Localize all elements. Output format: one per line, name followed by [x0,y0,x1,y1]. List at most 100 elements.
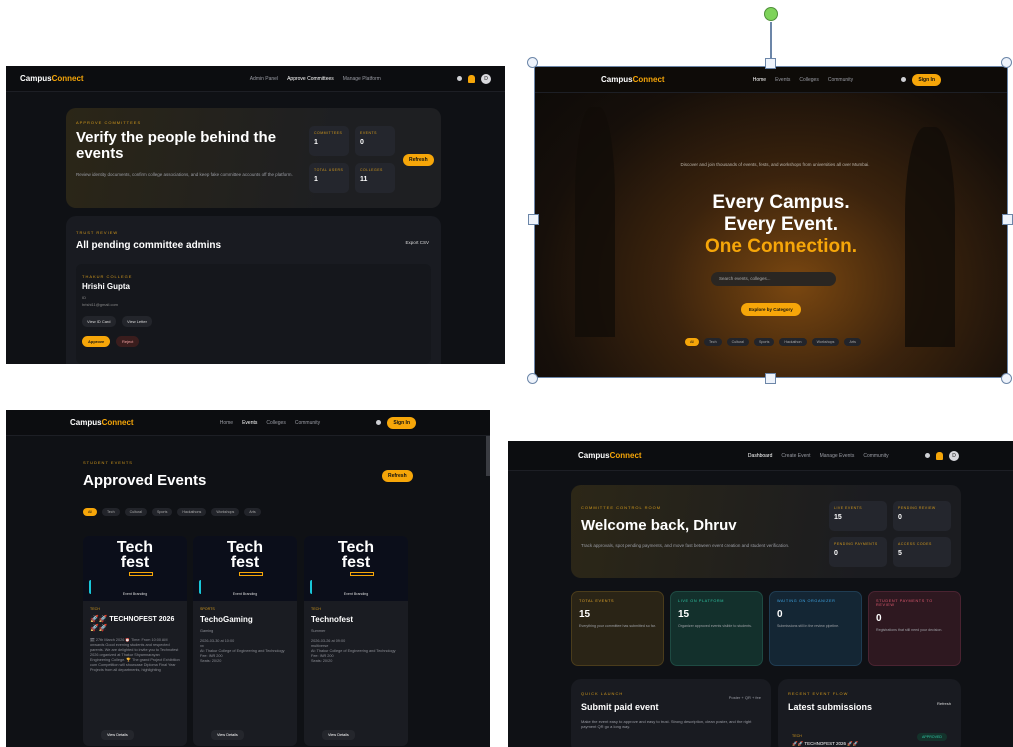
nav-create-event[interactable]: Create Event [781,453,810,459]
hero-heading-line1: Every Campus. [712,192,850,213]
recent-item-title: 🚀🚀 TECHNOFEST 2026 🚀🚀 [792,741,859,746]
chip-arts[interactable]: Arts [244,508,261,516]
pending-admin-item: THAKUR COLLEGE Hrishi Gupta ID hrishi11@… [76,264,431,364]
nav-colleges[interactable]: Colleges [266,420,285,426]
hero-description: Review identity documents, confirm colle… [76,172,293,177]
welcome-card: COMMITTEE CONTROL ROOM Welcome back, Dhr… [571,485,961,578]
chip-cultural[interactable]: Cultural [124,508,147,516]
nav-colleges[interactable]: Colleges [799,77,818,83]
nav-events[interactable]: Events [242,420,257,426]
recent-item-tag: TECH [792,734,802,738]
metric-student-payments: STUDENT PAYMENTS TO REVIEW 0 Registrations… [868,591,961,666]
sign-in-button[interactable]: Sign In [387,416,416,429]
nav-manage-events[interactable]: Manage Events [820,453,855,459]
theme-toggle-icon[interactable] [457,76,462,81]
dashboard-navbar: CampusConnect Dashboard Create Event Man… [508,441,1013,471]
hero-search-input[interactable]: Search events, colleges... [711,272,836,286]
resize-handle-top-left[interactable] [527,57,538,68]
event-category: SPORTS [200,607,215,611]
admin-name: Hrishi Gupta [82,282,131,291]
nav-approve-committees[interactable]: Approve Committees [287,76,334,82]
nav-home[interactable]: Home [753,77,766,83]
resize-handle-top[interactable] [765,58,776,69]
nav-home[interactable]: Home [220,420,233,426]
chip-hackathons[interactable]: Hackathons [177,508,207,516]
chip-all[interactable]: All [83,508,97,516]
nav-events[interactable]: Events [775,77,790,83]
nav-manage-platform[interactable]: Manage Platform [343,76,381,82]
nav-community[interactable]: Community [863,453,888,459]
event-description: 🗓 27th March 2026 ⏰ Time: From 10:00 AM … [90,638,180,672]
nav-community[interactable]: Community [295,420,320,426]
scrollbar[interactable] [486,436,490,476]
stat-events: EVENTS 0 [355,126,395,156]
theme-toggle-icon[interactable] [376,420,382,425]
nav-admin-panel[interactable]: Admin Panel [250,76,278,82]
chip-hackathon[interactable]: Hackathon [779,338,807,346]
avatar[interactable]: D [481,73,491,84]
export-csv-button[interactable]: Export CSV [405,240,429,245]
event-card[interactable]: Tech fest Event Branding SPORTS TechoGami… [193,536,297,746]
admin-id-label: ID [82,295,86,300]
stat-pending-review: PENDING REVIEW 0 [893,501,951,531]
landing-page-screenshot[interactable]: CampusConnect Home Events Colleges Commu… [534,66,1008,378]
chip-arts[interactable]: Arts [844,338,861,346]
event-details: Gaming 2026-03-30 at 10:00 xx At: Thakur… [200,629,285,663]
chip-tech[interactable]: Tech [704,338,722,346]
refresh-button[interactable]: Refresh [382,470,413,482]
recent-title: Latest submissions [788,702,873,712]
view-letter-button[interactable]: View Letter [122,316,152,327]
review-eyebrow: TRUST REVIEW [76,230,119,235]
view-details-button[interactable]: View Details [211,730,244,740]
resize-handle-bottom[interactable] [765,373,776,384]
avatar[interactable]: D [949,450,959,461]
quick-launch-card: QUICK LAUNCH Poster + QR + fee Submit pa… [571,679,771,747]
event-card[interactable]: Tech fest Event Branding TECH Technofest … [304,536,408,746]
notification-bell-icon[interactable] [468,74,475,83]
brand-logo[interactable]: CampusConnect [20,418,134,427]
chip-workshops[interactable]: Workshops [211,508,240,516]
stat-colleges: COLLEGES 11 [355,163,395,193]
nav-community[interactable]: Community [828,77,853,83]
brand-logo[interactable]: CampusConnect [20,74,84,83]
chip-all[interactable]: All [685,338,699,346]
hero-heading-line3: One Connection. [705,236,857,257]
chip-cultural[interactable]: Cultural [726,338,749,346]
explore-category-button[interactable]: Explore by Category [741,303,801,316]
notification-bell-icon[interactable] [936,451,943,460]
stat-total-users: TOTAL USERS 1 [309,163,349,193]
brand-logo[interactable]: CampusConnect [522,451,642,460]
resize-handle-bottom-left[interactable] [527,373,538,384]
welcome-title: Welcome back, Dhruv [581,517,737,534]
theme-toggle-icon[interactable] [925,453,930,458]
event-card[interactable]: Tech fest Event Branding TECH 🚀🚀 TECHNOFE… [83,536,187,746]
resize-handle-bottom-right[interactable] [1001,373,1012,384]
rotate-handle[interactable] [764,7,778,21]
approve-button[interactable]: Approve [82,336,111,347]
view-details-button[interactable]: View Details [322,730,355,740]
resize-handle-left[interactable] [528,214,539,225]
view-id-card-button[interactable]: View ID Card [82,316,116,327]
view-details-button[interactable]: View Details [101,730,134,740]
event-category: TECH [90,607,100,611]
stat-committees: COMMITTEES 1 [309,126,349,156]
sign-in-button[interactable]: Sign In [912,73,941,86]
hero-eyebrow: APPROVE COMMITTEES [76,120,142,125]
chip-sports[interactable]: Sports [151,508,173,516]
nav-dashboard[interactable]: Dashboard [748,453,772,459]
events-navbar: CampusConnect Home Events Colleges Commu… [6,410,490,436]
resize-handle-top-right[interactable] [1001,57,1012,68]
brand-logo[interactable]: CampusConnect [549,75,665,84]
admin-panel-screenshot: CampusConnect Admin Panel Approve Commit… [6,66,505,364]
chip-tech[interactable]: Tech [102,508,120,516]
approved-events-screenshot: CampusConnect Home Events Colleges Commu… [6,410,490,747]
refresh-button[interactable]: Refresh [403,154,434,166]
resize-handle-right[interactable] [1002,214,1013,225]
chip-workshops[interactable]: Workshops [811,338,840,346]
theme-toggle-icon[interactable] [901,77,907,82]
reject-button[interactable]: Reject [116,336,140,347]
metric-total-events: TOTAL EVENTS 15 Everything your committee … [571,591,664,666]
recent-refresh-button[interactable]: Refresh [937,701,951,706]
event-poster: Tech fest Event Branding [304,536,408,601]
chip-sports[interactable]: Sports [753,338,775,346]
